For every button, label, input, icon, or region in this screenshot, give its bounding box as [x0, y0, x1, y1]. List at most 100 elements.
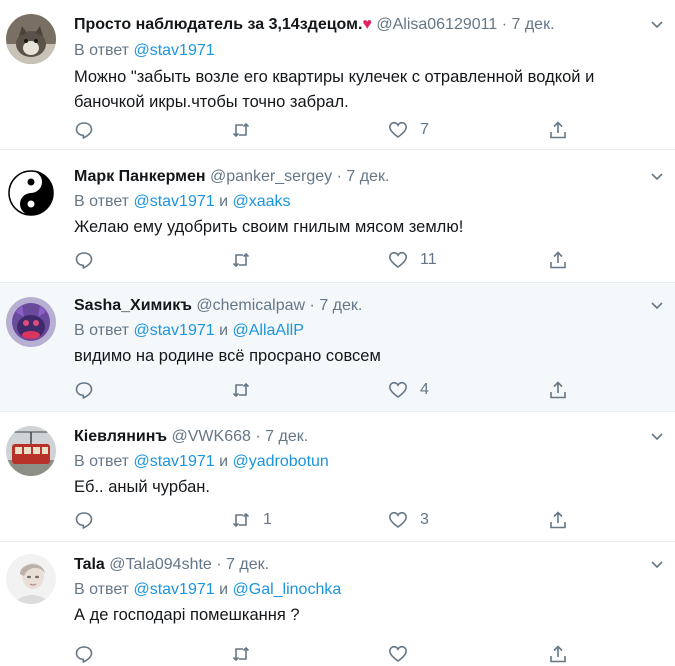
tweet[interactable]: Марк Панкермен @panker_sergey · 7 дек. В…: [0, 150, 675, 283]
cat-avatar-icon: [6, 14, 56, 64]
mention-link[interactable]: @xaaks: [233, 193, 291, 210]
display-name[interactable]: Tala: [74, 556, 105, 573]
retweet-button[interactable]: [231, 248, 263, 272]
share-button[interactable]: [548, 118, 568, 142]
reply-to-line: В ответ @stav1971: [74, 40, 215, 62]
tram-avatar-icon: [6, 426, 56, 476]
share-icon: [550, 251, 566, 269]
retweet-icon: [232, 382, 250, 398]
reply-to-line: В ответ @stav1971 и @yadrobotun: [74, 451, 329, 473]
tweet[interactable]: Кіевлянинъ @VWK668 · 7 дек. В ответ @sta…: [0, 412, 675, 542]
conjunction: и: [219, 322, 229, 339]
mention-link[interactable]: @stav1971: [133, 193, 214, 210]
reply-prefix: В ответ: [74, 581, 130, 598]
mention-link[interactable]: @stav1971: [133, 322, 214, 339]
mention-link[interactable]: @stav1971: [133, 581, 214, 598]
separator-dot: ·: [336, 168, 342, 185]
mention-link[interactable]: @stav1971: [133, 453, 214, 470]
tweet-text: А де господарі помешкання ?: [74, 606, 300, 624]
mention-link[interactable]: @AllaAllP: [233, 322, 304, 339]
reply-button[interactable]: [74, 248, 106, 272]
avatar[interactable]: [6, 168, 56, 218]
avatar[interactable]: [6, 297, 56, 347]
tweet-header: Кіевлянинъ @VWK668 · 7 дек.: [74, 426, 635, 448]
like-button[interactable]: [388, 642, 420, 666]
like-count: 3: [420, 511, 429, 528]
retweet-button[interactable]: [231, 378, 263, 402]
like-button[interactable]: 4: [388, 378, 429, 402]
chevron-down-icon[interactable]: [649, 297, 665, 313]
display-name[interactable]: Кіевлянинъ: [74, 428, 167, 445]
heart-icon: [388, 645, 408, 662]
heart-icon: [388, 511, 408, 528]
user-handle[interactable]: @chemicalpaw: [196, 297, 305, 314]
avatar[interactable]: [6, 426, 56, 476]
reply-icon: [75, 382, 93, 399]
retweet-button[interactable]: [231, 118, 263, 142]
creature-avatar-icon: [6, 297, 56, 347]
like-button[interactable]: 3: [388, 508, 429, 532]
avatar[interactable]: [6, 14, 56, 64]
user-handle[interactable]: @panker_sergey: [210, 168, 332, 185]
tweet-date[interactable]: 7 дек.: [265, 428, 308, 445]
tweet-actions: 7: [74, 118, 594, 142]
tweet-date[interactable]: 7 дек.: [346, 168, 389, 185]
share-icon: [550, 645, 566, 663]
reply-icon: [75, 646, 93, 663]
tweet-date[interactable]: 7 дек.: [512, 16, 555, 33]
share-icon: [550, 511, 566, 529]
user-handle[interactable]: @Alisa06129011: [376, 16, 497, 33]
like-button[interactable]: 7: [388, 118, 429, 142]
conjunction: и: [219, 581, 229, 598]
tweet[interactable]: Tala @Tala094shte · 7 дек. В ответ @stav…: [0, 542, 675, 663]
tweet-date[interactable]: 7 дек.: [319, 297, 362, 314]
heart-icon: [388, 121, 408, 138]
tweet-text: Желаю ему удобрить своим гнилым мясом зе…: [74, 218, 464, 236]
display-name[interactable]: Просто наблюдатель за 3,14здецом.: [74, 16, 362, 33]
display-name[interactable]: Марк Панкермен: [74, 168, 206, 185]
tweet-actions: [74, 642, 594, 666]
tweet[interactable]: Sasha_Химикъ @chemicalpaw · 7 дек. В отв…: [0, 283, 675, 412]
tweet-text: Можно "забыть возле его квартиры кулечек…: [74, 68, 595, 111]
reply-icon: [75, 512, 93, 529]
mention-link[interactable]: @Gal_linochka: [233, 581, 342, 598]
reply-button[interactable]: [74, 642, 106, 666]
avatar[interactable]: [6, 554, 56, 604]
heart-icon: [388, 381, 408, 398]
reply-icon: [75, 252, 93, 269]
chevron-down-icon[interactable]: [649, 168, 665, 184]
reply-button[interactable]: [74, 508, 106, 532]
retweet-button[interactable]: [231, 642, 263, 666]
share-button[interactable]: [548, 508, 568, 532]
tweet[interactable]: Просто наблюдатель за 3,14здецом.♥ @Alis…: [0, 0, 675, 150]
heart-icon: [388, 251, 408, 268]
reply-prefix: В ответ: [74, 322, 130, 339]
mention-link[interactable]: @stav1971: [133, 42, 214, 59]
share-button[interactable]: [548, 248, 568, 272]
reply-to-line: В ответ @stav1971 и @AllaAllP: [74, 320, 304, 342]
chevron-down-icon[interactable]: [649, 428, 665, 444]
share-button[interactable]: [548, 642, 568, 666]
reply-prefix: В ответ: [74, 193, 130, 210]
share-button[interactable]: [548, 378, 568, 402]
tweet-actions: 4: [74, 378, 594, 402]
chevron-down-icon[interactable]: [649, 556, 665, 572]
chevron-down-icon[interactable]: [649, 16, 665, 32]
reply-button[interactable]: [74, 378, 106, 402]
like-button[interactable]: 11: [388, 248, 437, 272]
mention-link[interactable]: @yadrobotun: [233, 453, 329, 470]
conjunction: и: [219, 193, 229, 210]
separator-dot: ·: [501, 16, 508, 33]
user-handle[interactable]: @VWK668: [172, 428, 251, 445]
retweet-button[interactable]: 1: [231, 508, 272, 532]
share-icon: [550, 121, 566, 139]
display-name[interactable]: Sasha_Химикъ: [74, 297, 192, 314]
retweet-icon: [232, 646, 250, 662]
tweet-text: Еб.. аный чурбан.: [74, 478, 210, 496]
user-handle[interactable]: @Tala094shte: [109, 556, 212, 573]
reply-button[interactable]: [74, 118, 106, 142]
tweet-header: Марк Панкермен @panker_sergey · 7 дек.: [74, 166, 635, 188]
tweet-date[interactable]: 7 дек.: [226, 556, 269, 573]
portrait-avatar-icon: [6, 554, 56, 604]
reply-to-line: В ответ @stav1971 и @xaaks: [74, 191, 291, 213]
